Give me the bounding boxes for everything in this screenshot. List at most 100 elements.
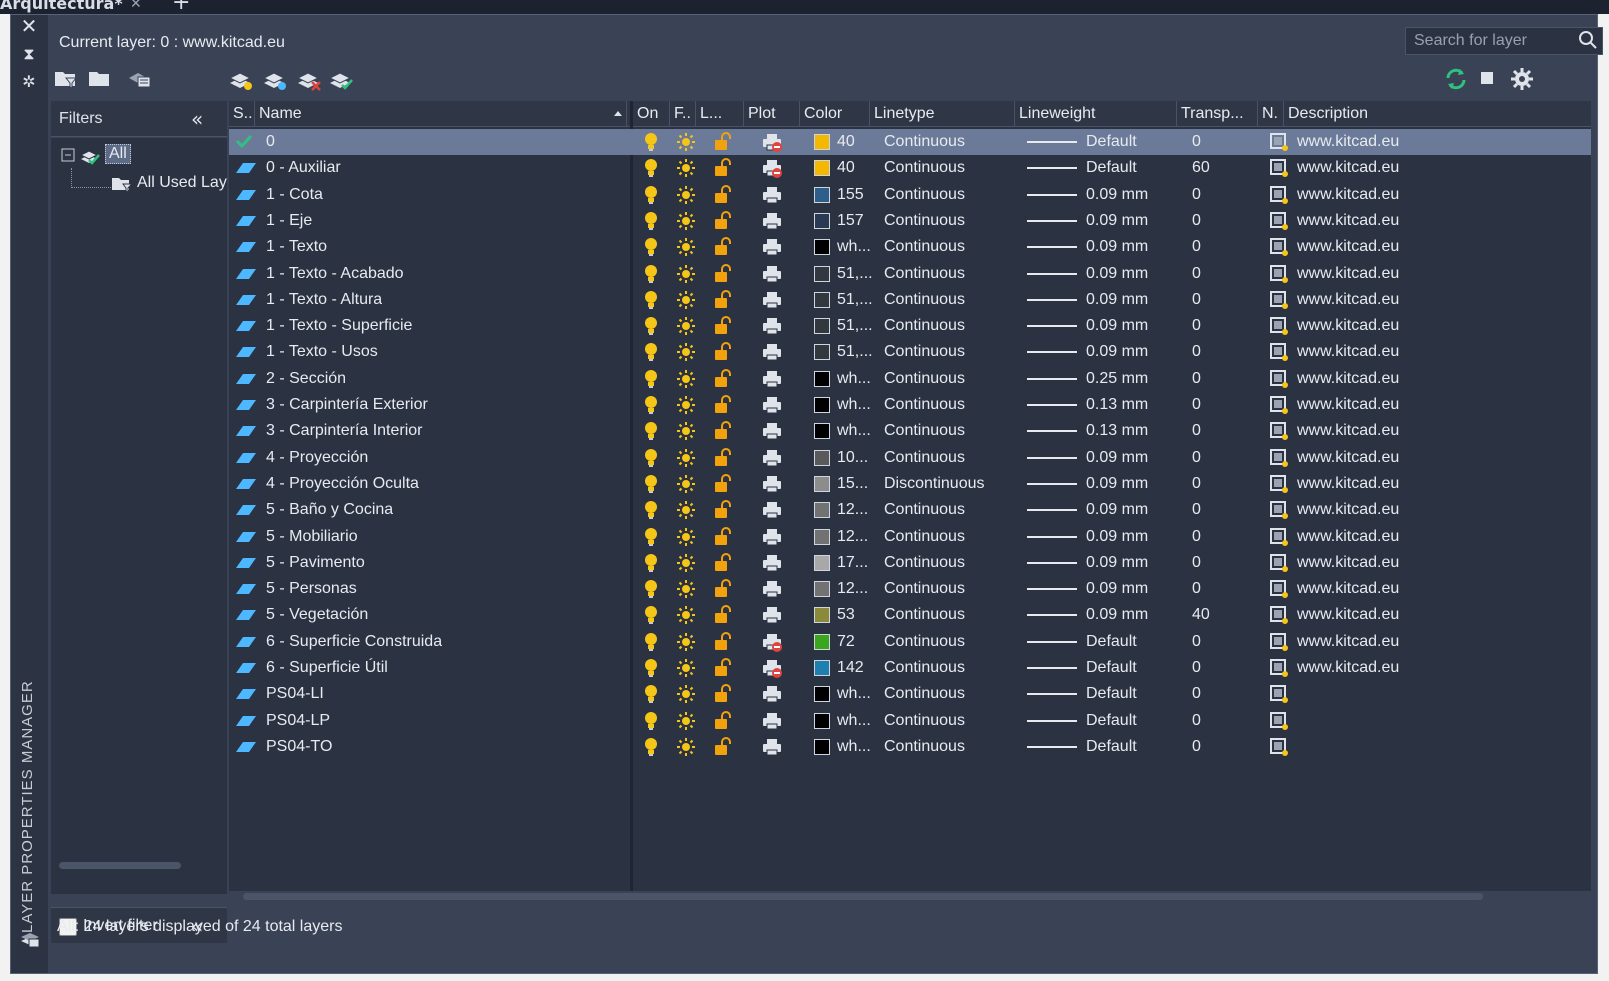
transparency-value[interactable]: 0 [1192, 471, 1201, 497]
layer-row[interactable]: 1 - Texto wh... Continuous 0.09 mm 0 www… [229, 234, 1591, 260]
lineweight-value[interactable]: 0.13 mm [1086, 392, 1148, 418]
description-value[interactable]: www.kitcad.eu [1297, 129, 1399, 155]
linetype-value[interactable]: Continuous [884, 182, 965, 208]
lineweight-value[interactable]: 0.25 mm [1086, 366, 1148, 392]
color-swatch[interactable] [814, 239, 830, 256]
plot-printer-icon[interactable] [762, 316, 782, 342]
color-swatch[interactable] [814, 475, 830, 492]
on-bulb-icon[interactable] [643, 684, 659, 710]
thaw-sun-icon[interactable] [676, 369, 696, 395]
layer-name[interactable]: 5 - Mobiliario [266, 524, 358, 550]
thaw-sun-icon[interactable] [676, 132, 696, 158]
layer-row[interactable]: 4 - Proyección 10... Continuous 0.09 mm … [229, 445, 1591, 471]
thaw-sun-icon[interactable] [676, 553, 696, 579]
new-vp-freeze-icon[interactable] [1269, 211, 1289, 237]
color-swatch[interactable] [814, 633, 830, 650]
on-bulb-icon[interactable] [643, 448, 659, 474]
plot-printer-icon[interactable] [762, 579, 782, 605]
thaw-sun-icon[interactable] [676, 264, 696, 290]
linetype-value[interactable]: Continuous [884, 287, 965, 313]
transparency-value[interactable]: 0 [1192, 734, 1201, 760]
layer-row[interactable]: 1 - Texto - Superficie 51,... Continuous… [229, 313, 1591, 339]
settings-gear-icon[interactable] [1509, 67, 1535, 91]
description-value[interactable]: www.kitcad.eu [1297, 471, 1399, 497]
layer-name[interactable]: 0 - Auxiliar [266, 155, 341, 181]
color-value[interactable]: 12... [837, 497, 868, 523]
lineweight-value[interactable]: 0.09 mm [1086, 234, 1148, 260]
lineweight-value[interactable]: 0.09 mm [1086, 261, 1148, 287]
new-vp-freeze-icon[interactable] [1269, 527, 1289, 553]
plot-printer-icon[interactable] [762, 211, 782, 237]
layer-row[interactable]: 5 - Personas 12... Continuous 0.09 mm 0 … [229, 576, 1591, 602]
thaw-sun-icon[interactable] [676, 579, 696, 605]
col-lock[interactable]: L... [696, 101, 744, 127]
new-vp-freeze-icon[interactable] [1269, 500, 1289, 526]
color-value[interactable]: wh... [837, 366, 871, 392]
lineweight-value[interactable]: 0.09 mm [1086, 339, 1148, 365]
description-value[interactable]: www.kitcad.eu [1297, 155, 1399, 181]
on-bulb-icon[interactable] [643, 342, 659, 368]
layer-name[interactable]: 1 - Texto - Superficie [266, 313, 412, 339]
layer-name[interactable]: 1 - Texto - Altura [266, 287, 382, 313]
linetype-value[interactable]: Continuous [884, 155, 965, 181]
linetype-value[interactable]: Continuous [884, 629, 965, 655]
color-value[interactable]: wh... [837, 234, 871, 260]
plot-printer-icon[interactable] [762, 395, 782, 421]
unlock-icon[interactable] [713, 500, 731, 526]
new-vp-freeze-icon[interactable] [1269, 684, 1289, 710]
no-plot-icon[interactable] [762, 632, 782, 658]
color-swatch[interactable] [814, 660, 830, 676]
color-value[interactable]: 15... [837, 471, 868, 497]
new-vp-freeze-icon[interactable] [1269, 316, 1289, 342]
layer-name[interactable]: 6 - Superficie Construida [266, 629, 442, 655]
lineweight-value[interactable]: Default [1086, 629, 1137, 655]
no-plot-icon[interactable] [762, 658, 782, 684]
transparency-value[interactable]: 0 [1192, 550, 1201, 576]
color-value[interactable]: wh... [837, 418, 871, 444]
linetype-value[interactable]: Continuous [884, 366, 965, 392]
plot-printer-icon[interactable] [762, 553, 782, 579]
filters-scrollbar[interactable] [59, 862, 181, 869]
thaw-sun-icon[interactable] [676, 658, 696, 684]
layer-row[interactable]: 5 - Baño y Cocina 12... Continuous 0.09 … [229, 497, 1591, 523]
on-bulb-icon[interactable] [643, 237, 659, 263]
layer-name[interactable]: PS04-TO [266, 734, 332, 760]
col-transparency[interactable]: Transp... [1177, 101, 1258, 127]
layer-row[interactable]: PS04-LP wh... Continuous Default 0 [229, 708, 1591, 734]
description-value[interactable]: www.kitcad.eu [1297, 524, 1399, 550]
collapse-filters-icon[interactable]: « [191, 107, 203, 131]
new-vp-freeze-icon[interactable] [1269, 474, 1289, 500]
col-on[interactable]: On [633, 101, 670, 127]
transparency-value[interactable]: 0 [1192, 234, 1201, 260]
layer-name[interactable]: 4 - Proyección Oculta [266, 471, 419, 497]
on-bulb-icon[interactable] [643, 421, 659, 447]
on-bulb-icon[interactable] [643, 527, 659, 553]
horizontal-scrollbar[interactable] [243, 893, 1483, 900]
new-layer-vp-frozen-icon[interactable] [262, 67, 288, 91]
color-swatch[interactable] [814, 291, 830, 308]
plot-printer-icon[interactable] [762, 711, 782, 737]
layer-row[interactable]: 4 - Proyección Oculta 15... Discontinuou… [229, 471, 1591, 497]
linetype-value[interactable]: Continuous [884, 550, 965, 576]
transparency-value[interactable]: 0 [1192, 208, 1201, 234]
unlock-icon[interactable] [713, 132, 731, 158]
transparency-value[interactable]: 0 [1192, 681, 1201, 707]
description-value[interactable]: www.kitcad.eu [1297, 418, 1399, 444]
unlock-icon[interactable] [713, 658, 731, 684]
on-bulb-icon[interactable] [643, 605, 659, 631]
tree-item-all[interactable]: All [105, 144, 131, 164]
unlock-icon[interactable] [713, 368, 731, 395]
lineweight-value[interactable]: 0.09 mm [1086, 602, 1148, 628]
lineweight-value[interactable]: Default [1086, 734, 1137, 760]
transparency-value[interactable]: 0 [1192, 339, 1201, 365]
on-bulb-icon[interactable] [643, 132, 659, 158]
transparency-value[interactable]: 0 [1192, 392, 1201, 418]
color-swatch[interactable] [814, 607, 830, 624]
color-swatch[interactable] [814, 686, 830, 703]
new-vp-freeze-icon[interactable] [1269, 421, 1289, 447]
layer-row[interactable]: 0 40 Continuous Default 0 www.kitcad.eu [229, 129, 1591, 155]
color-value[interactable]: 12... [837, 576, 868, 602]
layer-name[interactable]: 0 [266, 129, 275, 155]
new-vp-freeze-icon[interactable] [1269, 290, 1289, 316]
lineweight-value[interactable]: 0.09 mm [1086, 182, 1148, 208]
